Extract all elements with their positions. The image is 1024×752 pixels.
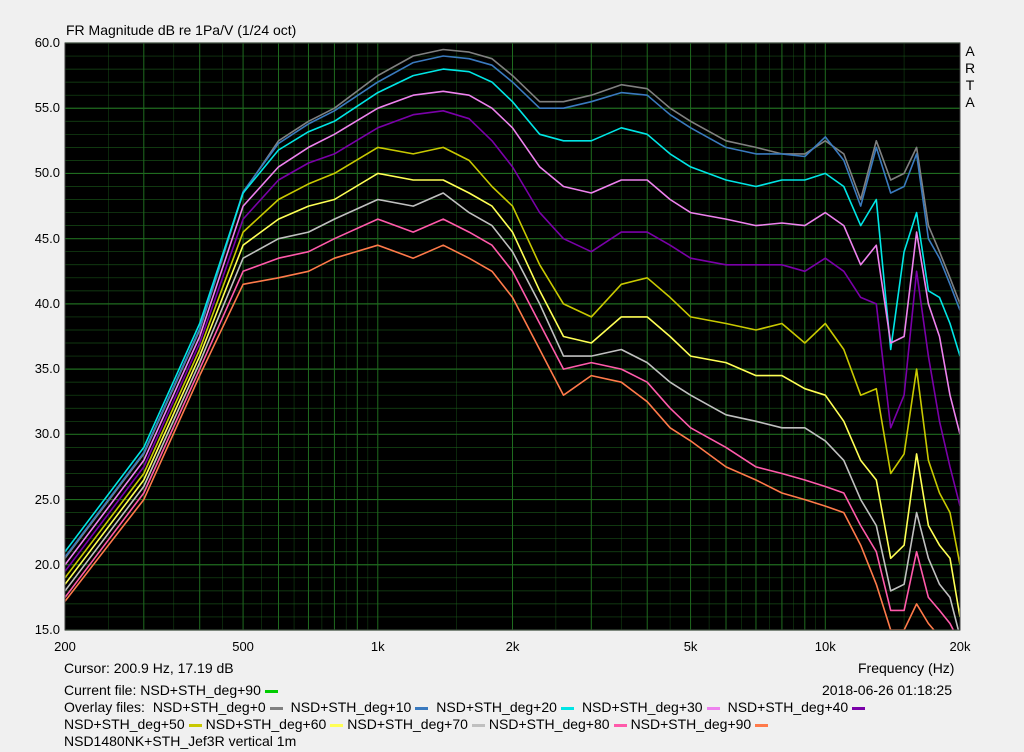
legend-swatch <box>706 706 720 710</box>
legend-entry-label: NSD+STH_deg+50 <box>64 716 185 732</box>
x-tick-label: 1k <box>370 639 385 654</box>
x-tick-label: 500 <box>232 639 254 654</box>
x-tick-label: 10k <box>814 639 836 654</box>
y-tick-label: 40.0 <box>34 295 60 311</box>
legend-entry-label: NSD+STH_deg+10 <box>290 699 412 715</box>
legend-swatch <box>560 706 574 710</box>
legend-entry-label: NSD+STH_deg+70 <box>347 716 468 732</box>
y-tick-label: 35.0 <box>34 361 60 377</box>
x-tick-label: 200 <box>54 639 76 654</box>
legend-entry-label: NSD+STH_deg+0 <box>152 699 266 715</box>
y-tick-label: 30.0 <box>34 426 60 442</box>
cursor-readout: Cursor: 200.9 Hz, 17.19 dB <box>64 660 234 676</box>
current-file-text: Current file: NSD+STH_deg+90 <box>64 682 261 698</box>
legend-swatch <box>471 723 485 727</box>
x-tick-label: 2k <box>505 639 520 654</box>
y-tick-label: 50.0 <box>34 165 60 181</box>
legend-swatch <box>269 706 283 710</box>
measurement-name: NSD1480NK+STH_Jef3R vertical 1m <box>64 733 297 749</box>
y-tick-label: 55.0 <box>34 100 60 116</box>
legend-entry-label: NSD+STH_deg+20 <box>436 699 557 715</box>
legend-entry-label: NSD+STH_deg+90 <box>630 716 752 732</box>
y-tick-label: 25.0 <box>34 491 60 507</box>
legend-entry-label: NSD+STH_deg+30 <box>581 699 703 715</box>
current-file-swatch <box>264 689 278 693</box>
measurement-datetime: 2018-06-26 01:18:25 <box>822 682 952 698</box>
y-tick-label: 60.0 <box>34 35 60 50</box>
x-tick-label: 20k <box>949 639 971 654</box>
legend-swatch <box>330 723 344 727</box>
x-axis-label: Frequency (Hz) <box>858 660 955 676</box>
overlay-legend-row-2: NSD+STH_deg+50 NSD+STH_deg+60 NSD+STH_deg+… <box>64 716 772 732</box>
x-tick-label: 5k <box>683 639 698 654</box>
current-file-label: Current file: NSD+STH_deg+90 <box>64 682 282 698</box>
legend-swatch <box>852 706 866 710</box>
overlay-files-label: Overlay files: <box>64 699 145 715</box>
y-tick-label: 45.0 <box>34 230 60 246</box>
legend-swatch <box>415 706 429 710</box>
legend-entry-label: NSD+STH_deg+60 <box>205 716 327 732</box>
y-tick-label: 20.0 <box>34 556 60 572</box>
legend-swatch <box>613 723 627 727</box>
overlay-legend-row-1: Overlay files: NSD+STH_deg+0 NSD+STH_deg+… <box>64 699 869 715</box>
legend-swatch <box>188 723 202 727</box>
legend-entry-label: NSD+STH_deg+40 <box>727 699 849 715</box>
y-tick-label: 15.0 <box>34 622 60 637</box>
legend-swatch <box>755 723 769 727</box>
legend-entry-label: NSD+STH_deg+80 <box>488 716 610 732</box>
